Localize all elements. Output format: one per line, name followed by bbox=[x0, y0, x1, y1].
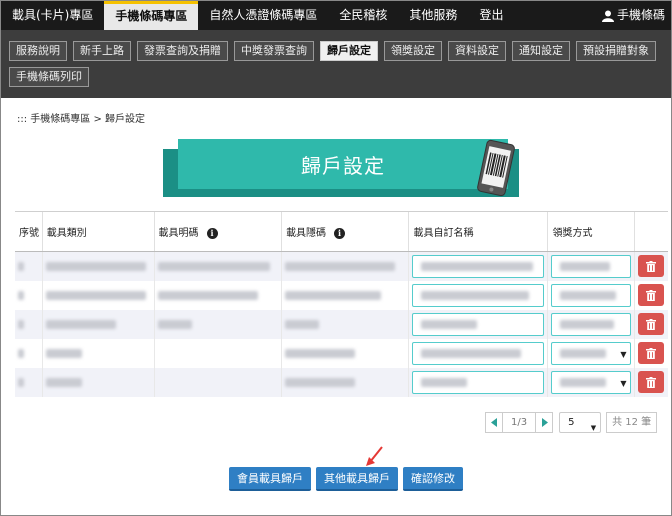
prev-page-button[interactable] bbox=[485, 412, 503, 433]
delete-button[interactable] bbox=[638, 342, 665, 364]
col-prize-method: 領獎方式 bbox=[547, 211, 635, 252]
subnav-service-intro[interactable]: 服務說明 bbox=[9, 41, 67, 61]
trash-icon bbox=[646, 376, 657, 388]
nav-citizen-cert[interactable]: 自然人憑證條碼專區 bbox=[198, 1, 328, 30]
info-icon[interactable]: i bbox=[206, 228, 218, 239]
action-buttons: 會員載具歸戶 其他載具歸戶 確認修改 bbox=[229, 467, 463, 491]
prize-method-select[interactable] bbox=[551, 254, 632, 278]
chevron-down-icon: ▼ bbox=[620, 378, 627, 388]
sub-nav: 服務說明 新手上路 發票查詢及捐贈 中獎發票查詢 歸戶設定 領獎設定 資料設定 … bbox=[1, 30, 671, 98]
nav-other-services[interactable]: 其他服務 bbox=[398, 1, 468, 30]
total-count: 共 12 筆 bbox=[606, 412, 658, 433]
col-carrier-plain: 載具明碼 i bbox=[153, 211, 282, 252]
subnav-notify-settings[interactable]: 通知設定 bbox=[512, 41, 570, 61]
chevron-down-icon: ▼ bbox=[590, 424, 597, 432]
custom-name-input[interactable] bbox=[412, 283, 545, 307]
col-custom-name: 載具自訂名稱 bbox=[408, 211, 548, 252]
phone-barcode-icon bbox=[477, 139, 515, 197]
delete-button[interactable] bbox=[638, 313, 665, 335]
confirm-edit-button[interactable]: 確認修改 bbox=[403, 467, 463, 491]
chevron-down-icon: ▼ bbox=[620, 349, 627, 359]
subnav-invoice-query[interactable]: 發票查詢及捐贈 bbox=[137, 41, 228, 61]
custom-name-input[interactable] bbox=[412, 370, 545, 394]
table-row: ▼ bbox=[15, 338, 668, 368]
nav-mobile-barcode[interactable]: 手機條碼專區 bbox=[104, 1, 199, 30]
top-nav: 載具(卡片)專區 手機條碼專區 自然人憑證條碼專區 全民稽核 其他服務 登出 手… bbox=[1, 1, 671, 30]
breadcrumb: ::: 手機條碼專區 > 歸戶設定 bbox=[17, 114, 146, 125]
page-indicator: 1/3 bbox=[503, 412, 536, 433]
user-label: 手機條碼 bbox=[616, 8, 665, 22]
prize-method-select[interactable]: ▼ bbox=[551, 341, 632, 365]
subnav-getting-started[interactable]: 新手上路 bbox=[73, 41, 131, 61]
trash-icon bbox=[646, 260, 657, 272]
subnav-prize-settings[interactable]: 領獎設定 bbox=[384, 41, 442, 61]
subnav-default-donation[interactable]: 預設捐贈對象 bbox=[576, 41, 656, 61]
col-actions bbox=[634, 211, 668, 252]
page-banner: 歸戶設定 bbox=[163, 138, 519, 198]
col-seq: 序號 bbox=[15, 211, 43, 252]
table-row: ▼ bbox=[15, 367, 668, 397]
trash-icon bbox=[646, 347, 657, 359]
custom-name-input[interactable] bbox=[412, 341, 545, 365]
table-row bbox=[15, 280, 668, 310]
pagination: 1/3 5 ▼ 共 12 筆 bbox=[485, 412, 658, 433]
carrier-table: 序號 載具類別 載具明碼 i 載具隱碼 i 載具自訂名稱 領獎方式 ▼ ▼ bbox=[15, 211, 668, 397]
col-carrier-type: 載具類別 bbox=[41, 211, 155, 252]
next-page-button[interactable] bbox=[535, 412, 554, 433]
prize-method-select[interactable] bbox=[551, 283, 632, 307]
info-icon[interactable]: i bbox=[334, 228, 346, 239]
delete-button[interactable] bbox=[638, 284, 665, 306]
subnav-data-settings[interactable]: 資料設定 bbox=[448, 41, 506, 61]
trash-icon bbox=[646, 318, 657, 330]
delete-button[interactable] bbox=[638, 255, 665, 278]
nav-audit[interactable]: 全民稽核 bbox=[328, 1, 398, 30]
chevron-right-icon bbox=[541, 418, 548, 427]
other-carrier-link-button[interactable]: 其他載具歸戶 bbox=[316, 467, 398, 491]
table-row bbox=[15, 251, 668, 281]
page-size-select[interactable]: 5 ▼ bbox=[559, 412, 602, 433]
chevron-left-icon bbox=[490, 418, 497, 427]
user-menu[interactable]: 手機條碼 bbox=[591, 1, 671, 30]
annotation-arrow-icon bbox=[366, 446, 383, 466]
table-row bbox=[15, 309, 668, 339]
trash-icon bbox=[646, 289, 657, 301]
custom-name-input[interactable] bbox=[412, 254, 545, 278]
nav-carrier-card[interactable]: 載具(卡片)專區 bbox=[1, 1, 104, 30]
custom-name-input[interactable] bbox=[412, 312, 545, 336]
subnav-carrier-link[interactable]: 歸戶設定 bbox=[320, 41, 378, 61]
subnav-winning-query[interactable]: 中獎發票查詢 bbox=[234, 41, 314, 61]
page-title: 歸戶設定 bbox=[178, 139, 508, 189]
main-content: ::: 手機條碼專區 > 歸戶設定 歸戶設定 序號 載具類別 載具明碼 i 載具… bbox=[1, 98, 671, 515]
delete-button[interactable] bbox=[638, 371, 665, 393]
subnav-barcode-print[interactable]: 手機條碼列印 bbox=[9, 67, 89, 87]
nav-logout[interactable]: 登出 bbox=[468, 1, 514, 30]
col-carrier-hidden: 載具隱碼 i bbox=[281, 211, 409, 252]
prize-method-select[interactable]: ▼ bbox=[551, 370, 632, 394]
user-icon bbox=[601, 10, 614, 22]
member-carrier-link-button[interactable]: 會員載具歸戶 bbox=[229, 467, 311, 491]
prize-method-select[interactable] bbox=[551, 312, 632, 336]
